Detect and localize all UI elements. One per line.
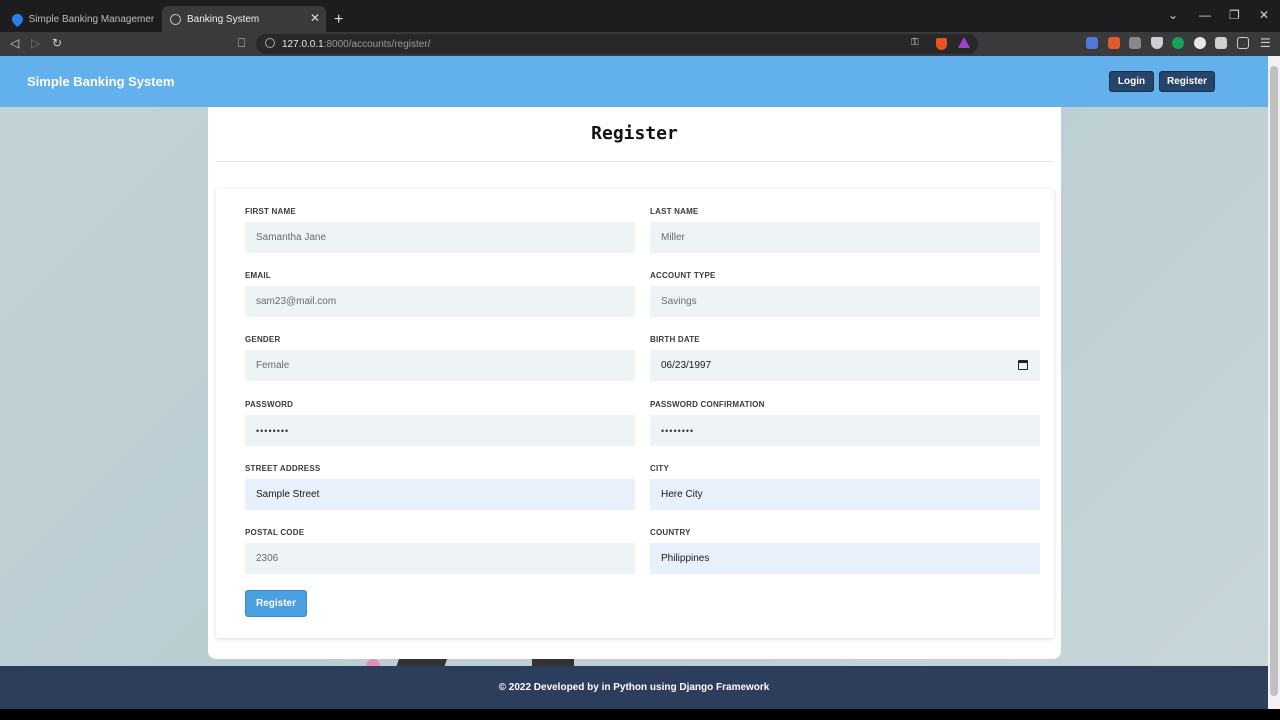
shield-extension-icon[interactable] [1151,37,1163,49]
browser-toolbar: ◁ ▷ ↻ ⎕ 127.0.0.1:8000/accounts/register… [0,32,1280,56]
site-header: Simple Banking System Login Register [0,56,1268,107]
puzzle-extensions-icon[interactable] [1215,37,1227,49]
gender-label: GENDER [245,335,281,344]
bookmark-icon[interactable]: ⎕ [238,36,245,51]
postal-code-input[interactable]: 2306 [245,543,635,574]
wallet-icon[interactable] [1237,37,1249,49]
country-input[interactable]: Philippines [650,543,1040,574]
password-confirmation-label: PASSWORD CONFIRMATION [650,400,765,409]
tab-label: Simple Banking Management System [28,13,154,25]
postal-code-label: POSTAL CODE [245,528,305,537]
brave-shield-icon[interactable] [936,38,947,50]
browser-tab-bar: Simple Banking Management System Banking… [0,0,1280,32]
close-window-icon[interactable]: ✕ [1259,8,1269,22]
url-path: :8000/accounts/register/ [323,38,431,50]
account-type-label: ACCOUNT TYPE [650,271,716,280]
password-confirmation-input[interactable]: •••••••• [650,415,1040,446]
brand-title[interactable]: Simple Banking System [27,74,174,89]
info-icon[interactable] [265,38,275,48]
close-tab-icon[interactable]: ✕ [310,11,320,25]
page-scrollbar[interactable] [1268,56,1280,709]
reload-icon[interactable]: ↻ [52,36,62,50]
email-input[interactable]: sam23@mail.com [245,286,635,317]
browser-tab-1[interactable]: Simple Banking Management System [4,6,162,32]
scrollbar-thumb[interactable] [1270,66,1278,696]
key-icon[interactable]: ⚿ [911,37,919,48]
footer-text: © 2022 Developed by in Python using Djan… [498,682,770,693]
last-name-label: LAST NAME [650,207,699,216]
city-input[interactable]: Here City [650,479,1040,510]
password-label: PASSWORD [245,400,294,409]
gender-input[interactable]: Female [245,350,635,381]
register-form: FIRST NAME Samantha Jane LAST NAME Mille… [216,189,1054,638]
background-shape [396,658,448,666]
first-name-label: FIRST NAME [245,207,296,216]
first-name-input[interactable]: Samantha Jane [245,222,635,253]
tab-search-icon[interactable]: ⌄ [1168,8,1178,22]
street-address-input[interactable]: Sample Street [245,479,635,510]
globe-favicon-icon [170,13,181,25]
birth-date-label: BIRTH DATE [650,335,700,344]
tab-label: Banking System [187,13,260,25]
calendar-icon[interactable] [1018,360,1028,370]
back-icon[interactable]: ◁ [10,36,19,50]
street-address-label: STREET ADDRESS [245,464,321,473]
new-tab-icon[interactable]: + [334,11,343,29]
birth-date-value: 06/23/1997 [661,360,712,371]
email-label: EMAIL [245,271,271,280]
forward-icon[interactable]: ▷ [31,36,40,50]
browser-tab-2[interactable]: Banking System ✕ [162,6,326,32]
menu-icon[interactable]: ☰ [1260,36,1271,50]
darkmode-extension-icon[interactable] [1194,37,1206,49]
account-type-input[interactable]: Savings [650,286,1040,317]
brave-rewards-icon[interactable] [958,37,970,48]
url-host: 127.0.0.1 [282,38,324,50]
address-bar[interactable]: 127.0.0.1:8000/accounts/register/ ⚿ [256,34,978,54]
register-nav-button[interactable]: Register [1159,71,1215,92]
birth-date-input[interactable]: 06/23/1997 [650,350,1040,381]
camera-extension-icon[interactable] [1129,37,1141,49]
page-title: Register [591,123,678,144]
translate-extension-icon[interactable] [1086,37,1098,49]
login-button[interactable]: Login [1109,71,1154,92]
page-viewport: Simple Banking System Login Register Reg… [0,56,1268,709]
password-input[interactable]: •••••••• [245,415,635,446]
background-shape [532,658,574,666]
register-card: Register FIRST NAME Samantha Jane LAST N… [208,107,1061,659]
register-submit-button[interactable]: Register [245,590,307,617]
last-name-input[interactable]: Miller [650,222,1040,253]
divider [216,161,1053,162]
swift-extension-icon[interactable] [1108,37,1120,49]
drop-favicon-icon [9,11,25,27]
site-footer: © 2022 Developed by in Python using Djan… [0,666,1268,709]
minimize-icon[interactable]: — [1199,8,1211,22]
bottom-edge [0,709,1280,720]
city-label: CITY [650,464,670,473]
grammarly-extension-icon[interactable] [1172,37,1184,49]
restore-icon[interactable]: ❐ [1229,8,1240,22]
country-label: COUNTRY [650,528,691,537]
